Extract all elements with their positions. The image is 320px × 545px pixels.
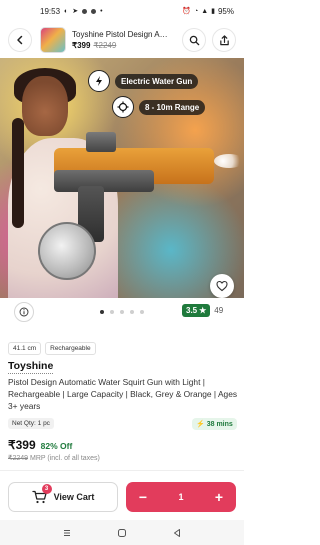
- share-button[interactable]: [212, 28, 236, 52]
- navigation-icon: ➤: [72, 7, 79, 15]
- mrp-value: ₹2249: [8, 455, 29, 462]
- wifi-icon: ◔: [193, 7, 199, 15]
- feature-badge-electric: Electric Water Gun: [88, 70, 199, 92]
- heart-icon: [216, 280, 228, 292]
- decrease-quantity-button[interactable]: −: [134, 489, 152, 505]
- system-nav-bar: [0, 520, 244, 545]
- app-notification-icon-2: [91, 8, 97, 14]
- net-qty-row: Net Qty: 1 pc: [8, 418, 54, 429]
- increase-quantity-button[interactable]: +: [210, 489, 228, 505]
- delivery-time: 38 mins: [206, 420, 233, 428]
- lightning-icon: [88, 70, 110, 92]
- back-triangle-icon: [173, 528, 180, 537]
- info-icon: [19, 307, 29, 317]
- rating-value: 3.5: [186, 306, 198, 315]
- brand-link[interactable]: Toyshine: [8, 360, 54, 374]
- product-description: Pistol Design Automatic Water Squirt Gun…: [8, 377, 238, 411]
- home-button[interactable]: [115, 526, 129, 540]
- alarm-icon: ⏰: [182, 7, 191, 15]
- lightning-icon-small: ⚡: [196, 421, 205, 428]
- wishlist-button[interactable]: [210, 274, 234, 298]
- product-image-carousel[interactable]: Electric Water Gun 8 - 10m Range: [0, 58, 244, 298]
- product-image-water-tank: [38, 222, 96, 280]
- status-right: ⏰ ◔ ▲ ▮ 95%: [182, 7, 234, 16]
- battery-icon: ▮: [211, 7, 215, 15]
- product-tags: 41.1 cm Rechargeable: [8, 342, 96, 355]
- view-cart-button[interactable]: 3 View Cart: [8, 482, 118, 512]
- search-icon: [189, 35, 199, 45]
- status-time: 19:53: [40, 6, 61, 16]
- rating-badge: 3.5 ★: [182, 304, 211, 317]
- discount-percent: 82% Off: [40, 441, 73, 451]
- quantity-value: 1: [178, 492, 184, 502]
- net-qty-chip: Net Qty: 1 pc: [8, 418, 54, 429]
- back-nav-button[interactable]: [170, 526, 184, 540]
- chevron-left-icon: [17, 35, 23, 45]
- header-price-value: ₹399: [72, 41, 91, 50]
- tag-size: 41.1 cm: [8, 342, 42, 355]
- share-icon: [219, 34, 229, 45]
- product-header: Toyshine Pistol Design Aut... ₹399 ₹2249: [0, 22, 244, 58]
- battery-level: 95%: [217, 6, 234, 16]
- header-text: Toyshine Pistol Design Aut... ₹399 ₹2249: [72, 30, 182, 50]
- carousel-dot[interactable]: [100, 310, 104, 314]
- product-thumbnail: [40, 27, 66, 53]
- view-cart-label: View Cart: [53, 492, 95, 502]
- status-left: 19:53 ◐ ➤ •: [40, 7, 103, 16]
- carousel-dot[interactable]: [120, 310, 124, 314]
- search-button[interactable]: [182, 28, 206, 52]
- back-button[interactable]: [8, 28, 32, 52]
- home-icon: [117, 528, 126, 537]
- header-mrp: ₹2249: [93, 41, 117, 50]
- recent-apps-button[interactable]: [60, 526, 74, 540]
- product-image-braid: [12, 118, 24, 228]
- carousel-indicator: [100, 310, 144, 314]
- status-bar: 19:53 ◐ ➤ • ⏰ ◔ ▲ ▮ 95%: [0, 0, 244, 22]
- delivery-time-badge: ⚡ 38 mins: [192, 418, 237, 430]
- mrp-row: ₹2249 MRP (incl. of all taxes): [8, 454, 100, 462]
- more-notifications-icon: •: [100, 7, 103, 15]
- header-actions: [182, 28, 236, 52]
- feature-badge-range-label: 8 - 10m Range: [139, 99, 206, 115]
- feature-badge-electric-label: Electric Water Gun: [115, 73, 199, 89]
- notification-icon: ◐: [64, 7, 69, 15]
- bottom-action-bar: 3 View Cart − 1 +: [0, 470, 244, 520]
- quantity-stepper: − 1 +: [126, 482, 236, 512]
- recents-icon: [64, 529, 71, 536]
- product-image-gun-frame: [54, 170, 154, 192]
- signal-icon: ▲: [201, 7, 209, 15]
- crosshair-icon: [112, 96, 134, 118]
- app-notification-icon: [82, 8, 88, 14]
- info-button[interactable]: [14, 302, 34, 322]
- header-title: Toyshine Pistol Design Aut...: [72, 30, 168, 39]
- carousel-dot[interactable]: [130, 310, 134, 314]
- carousel-dot[interactable]: [110, 310, 114, 314]
- rating-summary[interactable]: 3.5 ★ 49: [182, 304, 223, 317]
- product-image-gun-scope: [86, 132, 116, 152]
- feature-badge-range: 8 - 10m Range: [112, 96, 206, 118]
- star-icon: ★: [199, 306, 207, 315]
- selling-price: ₹399: [8, 438, 36, 452]
- header-price: ₹399 ₹2249: [72, 41, 182, 50]
- media-row: 3.5 ★ 49: [0, 298, 244, 326]
- product-image-water-spray: [214, 154, 244, 168]
- rating-count: 49: [214, 306, 224, 315]
- carousel-dot[interactable]: [140, 310, 144, 314]
- cart-icon-wrap: 3: [31, 484, 52, 504]
- mrp-suffix: MRP (incl. of all taxes): [29, 455, 100, 462]
- cart-count-badge: 3: [41, 484, 52, 494]
- product-image-face: [22, 76, 68, 136]
- price-row: ₹399 82% Off: [8, 438, 72, 452]
- tag-rechargeable: Rechargeable: [45, 342, 96, 355]
